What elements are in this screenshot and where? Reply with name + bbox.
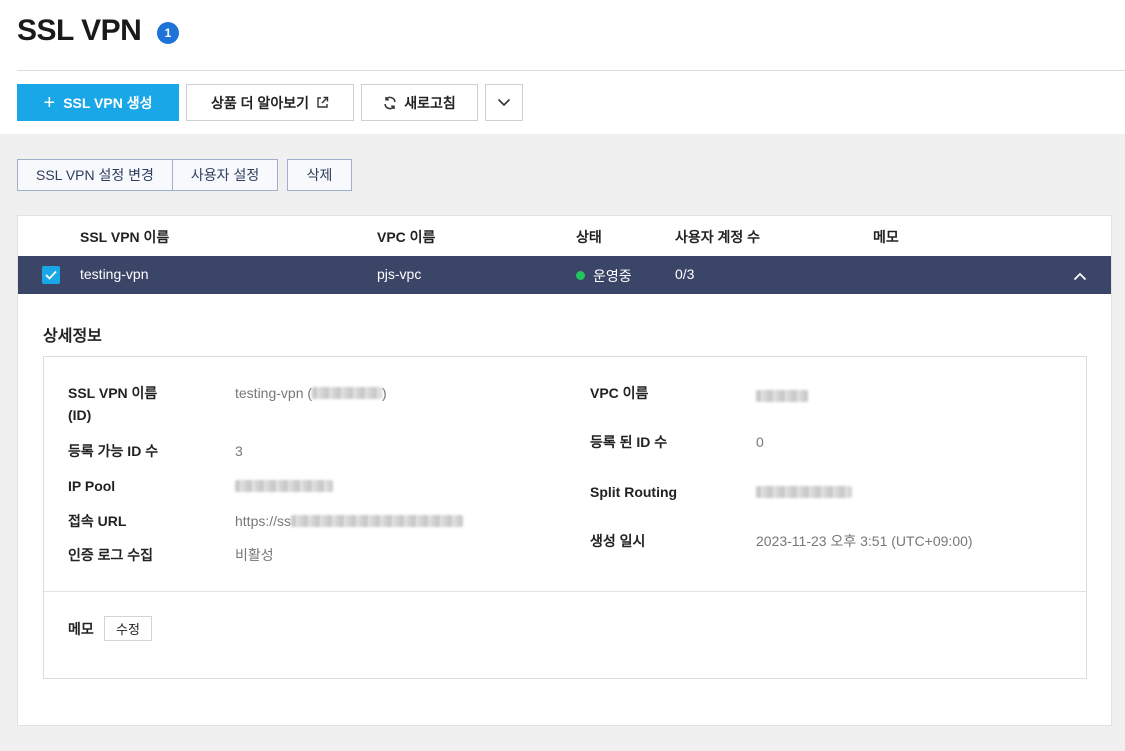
table-row[interactable]: testing-vpn pjs-vpc 운영중 0/3 xyxy=(18,256,1111,294)
chevron-down-icon xyxy=(497,98,511,107)
column-header-user-count: 사용자 계정 수 xyxy=(675,229,761,245)
learn-more-label: 상품 더 알아보기 xyxy=(211,94,309,111)
redacted-url xyxy=(291,515,464,527)
row-user-count: 0/3 xyxy=(675,266,695,282)
ssl-vpn-name-value: testing-vpn () xyxy=(235,382,387,404)
vpc-name-value xyxy=(756,385,808,407)
external-link-icon xyxy=(316,96,329,109)
chevron-up-icon[interactable] xyxy=(1073,268,1087,284)
registered-id-value: 0 xyxy=(756,434,764,450)
ssl-vpn-name-text-end: ) xyxy=(382,385,387,401)
memo-edit-button[interactable]: 수정 xyxy=(104,616,152,641)
column-header-status: 상태 xyxy=(576,229,602,245)
row-status: 운영중 xyxy=(576,266,632,286)
count-badge: 1 xyxy=(157,22,179,44)
url-value: https://ss xyxy=(235,510,464,532)
column-header-memo: 메모 xyxy=(873,229,899,245)
plus-icon: + xyxy=(43,91,56,114)
registered-id-label: 등록 된 ID 수 xyxy=(590,434,668,450)
table-header: SSL VPN 이름 VPC 이름 상태 사용자 계정 수 메모 xyxy=(18,216,1111,256)
column-header-vpc: VPC 이름 xyxy=(377,229,436,245)
vpn-list-panel: SSL VPN 이름 VPC 이름 상태 사용자 계정 수 메모 testing… xyxy=(17,215,1112,726)
created-value: 2023-11-23 오후 3:51 (UTC+09:00) xyxy=(756,533,973,549)
ssl-vpn-name-text: testing-vpn ( xyxy=(235,385,313,401)
url-label: 접속 URL xyxy=(68,513,127,529)
learn-more-button[interactable]: 상품 더 알아보기 xyxy=(186,84,354,121)
row-checkbox[interactable] xyxy=(42,266,60,284)
refresh-icon xyxy=(383,96,397,110)
delete-button[interactable]: 삭제 xyxy=(287,159,352,191)
auth-log-value: 비활성 xyxy=(235,547,274,563)
title-divider xyxy=(17,70,1125,71)
action-button-group: SSL VPN 설정 변경 사용자 설정 xyxy=(17,159,279,191)
ip-pool-value xyxy=(235,475,333,497)
status-running-icon xyxy=(576,271,585,280)
redacted-ip-pool xyxy=(235,480,333,492)
more-options-button[interactable] xyxy=(485,84,523,121)
create-ssl-vpn-button[interactable]: + SSL VPN 생성 xyxy=(17,84,179,121)
change-settings-button[interactable]: SSL VPN 설정 변경 xyxy=(17,159,173,191)
url-text: https://ss xyxy=(235,513,292,529)
create-button-label: SSL VPN 생성 xyxy=(63,94,153,111)
row-vpc: pjs-vpc xyxy=(377,266,422,282)
max-id-value: 3 xyxy=(235,443,243,459)
detail-box: SSL VPN 이름 (ID) testing-vpn () 등록 가능 ID … xyxy=(43,356,1087,679)
top-bar: SSL VPN 1 + SSL VPN 생성 상품 더 알아보기 새로고침 xyxy=(0,0,1125,134)
detail-title: 상세정보 xyxy=(43,328,102,345)
page-title: SSL VPN xyxy=(17,14,142,47)
refresh-button[interactable]: 새로고침 xyxy=(361,84,478,121)
row-status-text: 운영중 xyxy=(593,268,632,284)
column-header-name: SSL VPN 이름 xyxy=(80,229,170,245)
vpc-name-label: VPC 이름 xyxy=(590,385,649,401)
ip-pool-label: IP Pool xyxy=(68,478,116,494)
row-name: testing-vpn xyxy=(80,266,149,282)
user-settings-button[interactable]: 사용자 설정 xyxy=(172,159,279,191)
redacted-split-routing xyxy=(756,486,852,498)
memo-label: 메모 xyxy=(68,621,94,637)
redacted-id xyxy=(312,387,383,399)
max-id-label: 등록 가능 ID 수 xyxy=(68,443,159,459)
auth-log-label: 인증 로그 수집 xyxy=(68,547,154,563)
redacted-vpc-name xyxy=(756,390,808,402)
refresh-label: 새로고침 xyxy=(404,94,456,111)
ssl-vpn-name-label-line2: (ID) xyxy=(68,407,92,423)
ssl-vpn-name-label-line1: SSL VPN 이름 xyxy=(68,385,158,401)
split-routing-value xyxy=(756,481,852,503)
detail-divider xyxy=(44,591,1086,592)
created-label: 생성 일시 xyxy=(590,533,646,549)
ssl-vpn-name-label: SSL VPN 이름 (ID) xyxy=(68,382,157,426)
split-routing-label: Split Routing xyxy=(590,484,678,500)
